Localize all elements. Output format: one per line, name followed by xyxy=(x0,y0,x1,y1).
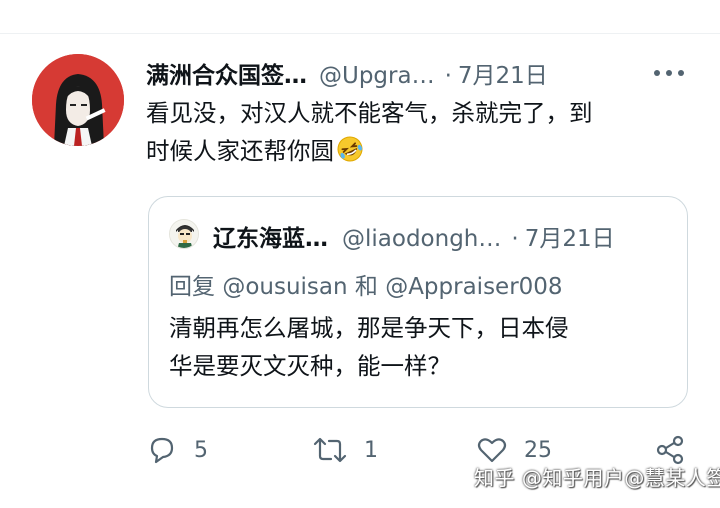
reply-context: 回复 @ousuisan 和 @Appraiser008 xyxy=(169,267,563,301)
tweet-text-line2: 时候人家还帮你圆 xyxy=(146,137,334,165)
reply-icon xyxy=(146,434,178,466)
reply-button[interactable]: 5 xyxy=(146,434,208,466)
tweet-date[interactable]: 7月21日 xyxy=(458,56,548,90)
separator-dot: · xyxy=(444,63,452,89)
tweet-text-line1: 看见没，对汉人就不能客气，杀就完了，到 xyxy=(146,99,593,127)
quoted-text-line2: 华是要灭文灭种，能一样？ xyxy=(169,352,451,380)
tweet-text: 看见没，对汉人就不能客气，杀就完了，到 时候人家还帮你圆 xyxy=(146,94,691,174)
retweet-button[interactable]: 1 xyxy=(312,434,378,466)
quoted-tweet-text: 清朝再怎么屠城，那是争天下，日本侵 华是要灭文灭种，能一样？ xyxy=(169,309,669,385)
tweet-text-line2-wrap: 时候人家还帮你圆 xyxy=(146,132,691,174)
tweet-header: 满洲合众国签… @Upgra… · 7月21日 xyxy=(146,56,548,90)
quoted-avatar[interactable] xyxy=(169,219,199,249)
reply-mention-ousuisan[interactable]: @ousuisan xyxy=(222,274,347,300)
like-count: 25 xyxy=(524,437,552,463)
retweet-icon xyxy=(312,434,348,466)
top-divider xyxy=(0,0,720,34)
reply-prefix: 回复 xyxy=(169,274,215,300)
rofl-emoji-icon xyxy=(336,135,364,174)
quoted-text-line1: 清朝再怎么屠城，那是争天下，日本侵 xyxy=(169,314,569,342)
avatar[interactable] xyxy=(32,54,124,146)
author-handle[interactable]: @Upgra… xyxy=(319,63,435,89)
quoted-tweet-date[interactable]: 7月21日 xyxy=(525,219,615,253)
reply-count: 5 xyxy=(194,437,208,463)
quoted-separator-dot: · xyxy=(511,226,519,252)
retweet-count: 1 xyxy=(364,437,378,463)
quoted-author-handle[interactable]: @liaodongh… xyxy=(342,226,501,252)
quoted-author-name[interactable]: 辽东海蓝… xyxy=(213,219,328,253)
more-options-icon[interactable] xyxy=(652,58,686,92)
zhihu-watermark: 知乎 @知乎用户@慧某人签 xyxy=(474,466,720,490)
reply-mention-appraiser[interactable]: @Appraiser008 xyxy=(385,274,562,300)
avatar-illustration xyxy=(32,54,124,146)
quoted-tweet-header: 辽东海蓝… @liaodongh… · 7月21日 xyxy=(213,219,615,253)
author-name[interactable]: 满洲合众国签… xyxy=(146,56,307,90)
reply-and: 和 xyxy=(354,274,378,300)
quoted-tweet-card[interactable]: 辽东海蓝… @liaodongh… · 7月21日 回复 @ousuisan 和… xyxy=(148,196,688,408)
quoted-avatar-illustration xyxy=(170,220,198,248)
